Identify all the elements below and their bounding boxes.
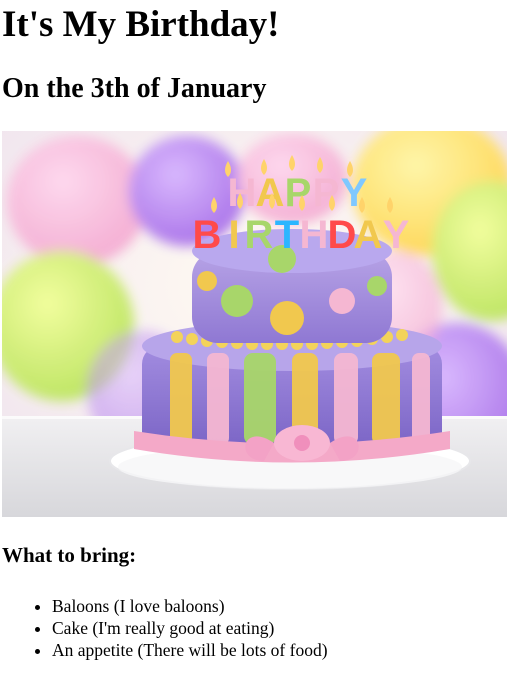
birthday-cake-illustration: H A P P Y B I R T H D A Y	[2, 131, 507, 517]
candle-letter-a2: A	[354, 213, 383, 257]
list-item: Cake (I'm really good at eating)	[52, 617, 507, 639]
candle-letter-d: D	[328, 213, 357, 257]
candle-letter-p1: P	[285, 171, 312, 215]
bring-list: Baloons (I love baloons) Cake (I'm reall…	[2, 595, 507, 661]
candle-letter-y2: Y	[383, 213, 410, 257]
candle-letter-r: R	[245, 213, 274, 257]
candle-letter-p2: P	[313, 171, 340, 215]
candle-letter-a: A	[256, 171, 285, 215]
page-title: It's My Birthday!	[2, 4, 280, 45]
bring-heading: What to bring:	[2, 543, 137, 567]
birthday-cake-image: H A P P Y B I R T H D A Y	[2, 131, 507, 517]
list-item: Baloons (I love baloons)	[52, 595, 507, 617]
candle-letter-i: I	[228, 213, 239, 257]
page: It's My Birthday! On the 3th of January	[0, 0, 507, 661]
page-subtitle: On the 3th of January	[2, 73, 267, 104]
candle-letter-h: H	[228, 171, 257, 215]
list-item: An appetite (There will be lots of food)	[52, 639, 507, 661]
candle-letter-h2: H	[300, 213, 329, 257]
candle-letter-t: T	[275, 213, 299, 257]
candle-letter-b: B	[193, 213, 222, 257]
